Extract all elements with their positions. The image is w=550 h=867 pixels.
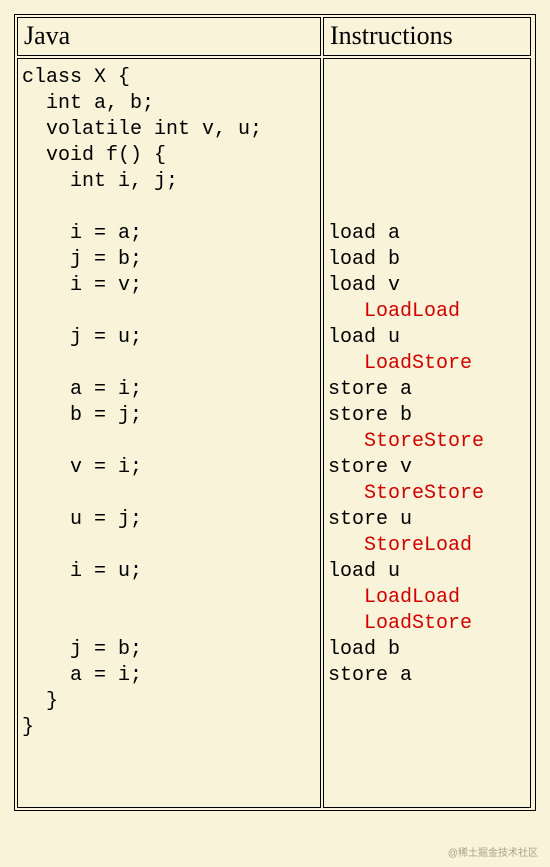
memory-barrier: LoadStore [328,352,472,375]
header-row: Java Instructions [17,17,533,56]
memory-barrier: StoreLoad [328,534,472,557]
instruction: load v [328,274,400,297]
header-instructions: Instructions [323,17,531,56]
memory-barrier: StoreStore [328,482,484,505]
instruction: load b [328,248,400,271]
java-code-cell: class X { int a, b; volatile int v, u; v… [17,58,321,808]
comparison-table: Java Instructions class X { int a, b; vo… [14,14,536,811]
instruction: store v [328,456,412,479]
header-java: Java [17,17,321,56]
instruction: store u [328,508,412,531]
memory-barrier: LoadLoad [328,586,460,609]
memory-barrier: LoadStore [328,612,472,635]
memory-barrier: StoreStore [328,430,484,453]
instruction: store b [328,404,412,427]
instruction: load b [328,638,400,661]
instruction: load u [328,560,400,583]
instruction: load a [328,222,400,245]
instruction: load u [328,326,400,349]
instruction: store a [328,664,412,687]
memory-barrier: LoadLoad [328,300,460,323]
body-row: class X { int a, b; volatile int v, u; v… [17,58,533,808]
instruction: store a [328,378,412,401]
instructions-cell: load a load b load v LoadLoad load u Loa… [323,58,531,808]
watermark: @稀土掘金技术社区 [448,844,538,859]
